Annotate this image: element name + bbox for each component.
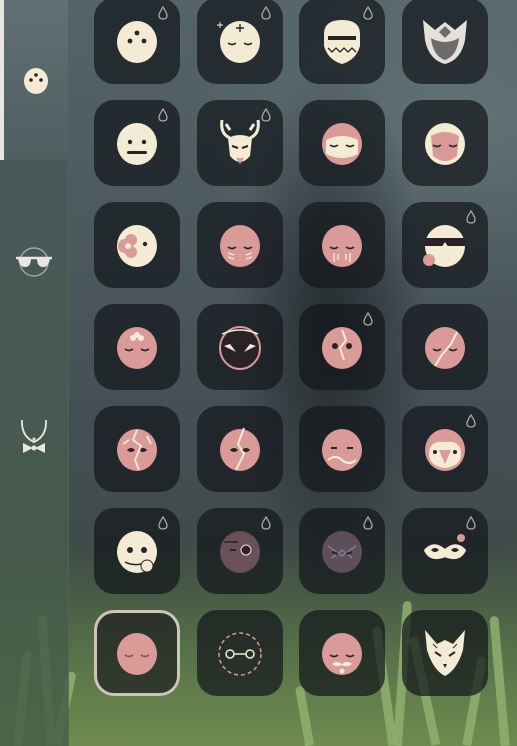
- mask-slot[interactable]: [94, 100, 180, 186]
- cream-banded-mask-icon: [422, 225, 465, 267]
- cream-masquerade-mask-icon: [421, 534, 468, 561]
- pink-wave-mouth-mask-icon: [322, 429, 362, 471]
- mask-slot[interactable]: [299, 610, 385, 696]
- pink-hood-mask-icon: [322, 123, 362, 165]
- pink-plain-sleepy-mask-icon: [117, 633, 157, 675]
- mask-slot[interactable]: [401, 100, 488, 186]
- mask-slot[interactable]: [299, 0, 385, 84]
- cream-flower-mask-icon: [117, 225, 157, 267]
- dark-pattern-mask-icon: [322, 531, 362, 573]
- dark-dashed-circle-mask-icon: [217, 632, 262, 676]
- water-drop-icon: [363, 312, 373, 326]
- mask-slot[interactable]: [94, 610, 180, 696]
- mask-slot[interactable]: [401, 0, 488, 84]
- mask-slot[interactable]: [196, 610, 283, 696]
- dark-fierce-eyes-mask-icon: [218, 326, 261, 370]
- pink-mustache-mask-icon: [322, 633, 362, 675]
- mask-slot[interactable]: [196, 100, 283, 186]
- mask-slot[interactable]: [299, 304, 385, 390]
- mask-slot[interactable]: [196, 508, 283, 594]
- mask-slot[interactable]: [299, 508, 385, 594]
- mask-slot[interactable]: [401, 610, 488, 696]
- pink-crack-line-mask-icon: [424, 327, 465, 369]
- mask-slot[interactable]: [196, 202, 283, 288]
- dark-horned-oni-mask-icon: [422, 20, 467, 64]
- water-drop-icon: [158, 108, 168, 122]
- mask-slot[interactable]: [94, 304, 180, 390]
- mask-slot[interactable]: [401, 508, 488, 594]
- mask-grid: [0, 0, 517, 746]
- water-drop-icon: [158, 516, 168, 530]
- water-drop-icon: [465, 516, 476, 530]
- mask-slot[interactable]: [299, 100, 385, 186]
- pink-beak-mask-icon: [424, 429, 465, 471]
- mask-slot[interactable]: [196, 304, 283, 390]
- mask-slot[interactable]: [401, 304, 488, 390]
- mask-slot[interactable]: [196, 0, 283, 84]
- water-drop-icon: [363, 6, 373, 20]
- water-drop-icon: [363, 516, 373, 530]
- mask-slot[interactable]: [94, 202, 180, 288]
- water-drop-icon: [465, 210, 476, 224]
- mask-slot[interactable]: [401, 202, 488, 288]
- pink-shattered-mask-icon: [117, 429, 157, 471]
- water-drop-icon: [260, 108, 271, 122]
- water-drop-icon: [260, 6, 271, 20]
- pink-cream-hood-mask-icon: [424, 123, 465, 165]
- water-drop-icon: [465, 414, 476, 428]
- pink-sad-mask-icon: [322, 225, 362, 267]
- mask-slot[interactable]: [94, 508, 180, 594]
- dark-monocle-mask-icon: [219, 531, 260, 573]
- cream-antler-mask-icon: [219, 119, 260, 164]
- cream-skull-rose-mask-icon: [117, 531, 157, 573]
- pink-tear-marks-mask-icon: [219, 225, 260, 267]
- cream-line-mouth-mask-icon: [117, 123, 157, 165]
- mask-slot[interactable]: [94, 406, 180, 492]
- pink-cracked-eye-mask-icon: [322, 327, 362, 369]
- mask-slot[interactable]: [299, 406, 385, 492]
- mask-slot[interactable]: [196, 406, 283, 492]
- mask-slot[interactable]: [401, 406, 488, 492]
- cream-three-dot-mask-icon: [117, 21, 157, 63]
- mask-slot[interactable]: [94, 0, 180, 84]
- water-drop-icon: [158, 6, 168, 20]
- cream-bearded-mask-icon: [324, 20, 360, 64]
- cream-fox-mask-icon: [424, 630, 465, 676]
- water-drop-icon: [260, 516, 271, 530]
- mask-slot[interactable]: [299, 202, 385, 288]
- pink-flower-crown-mask-icon: [117, 327, 157, 369]
- pink-split-mask-icon: [219, 427, 260, 471]
- cream-sleepy-sparkle-mask-icon: [216, 21, 260, 63]
